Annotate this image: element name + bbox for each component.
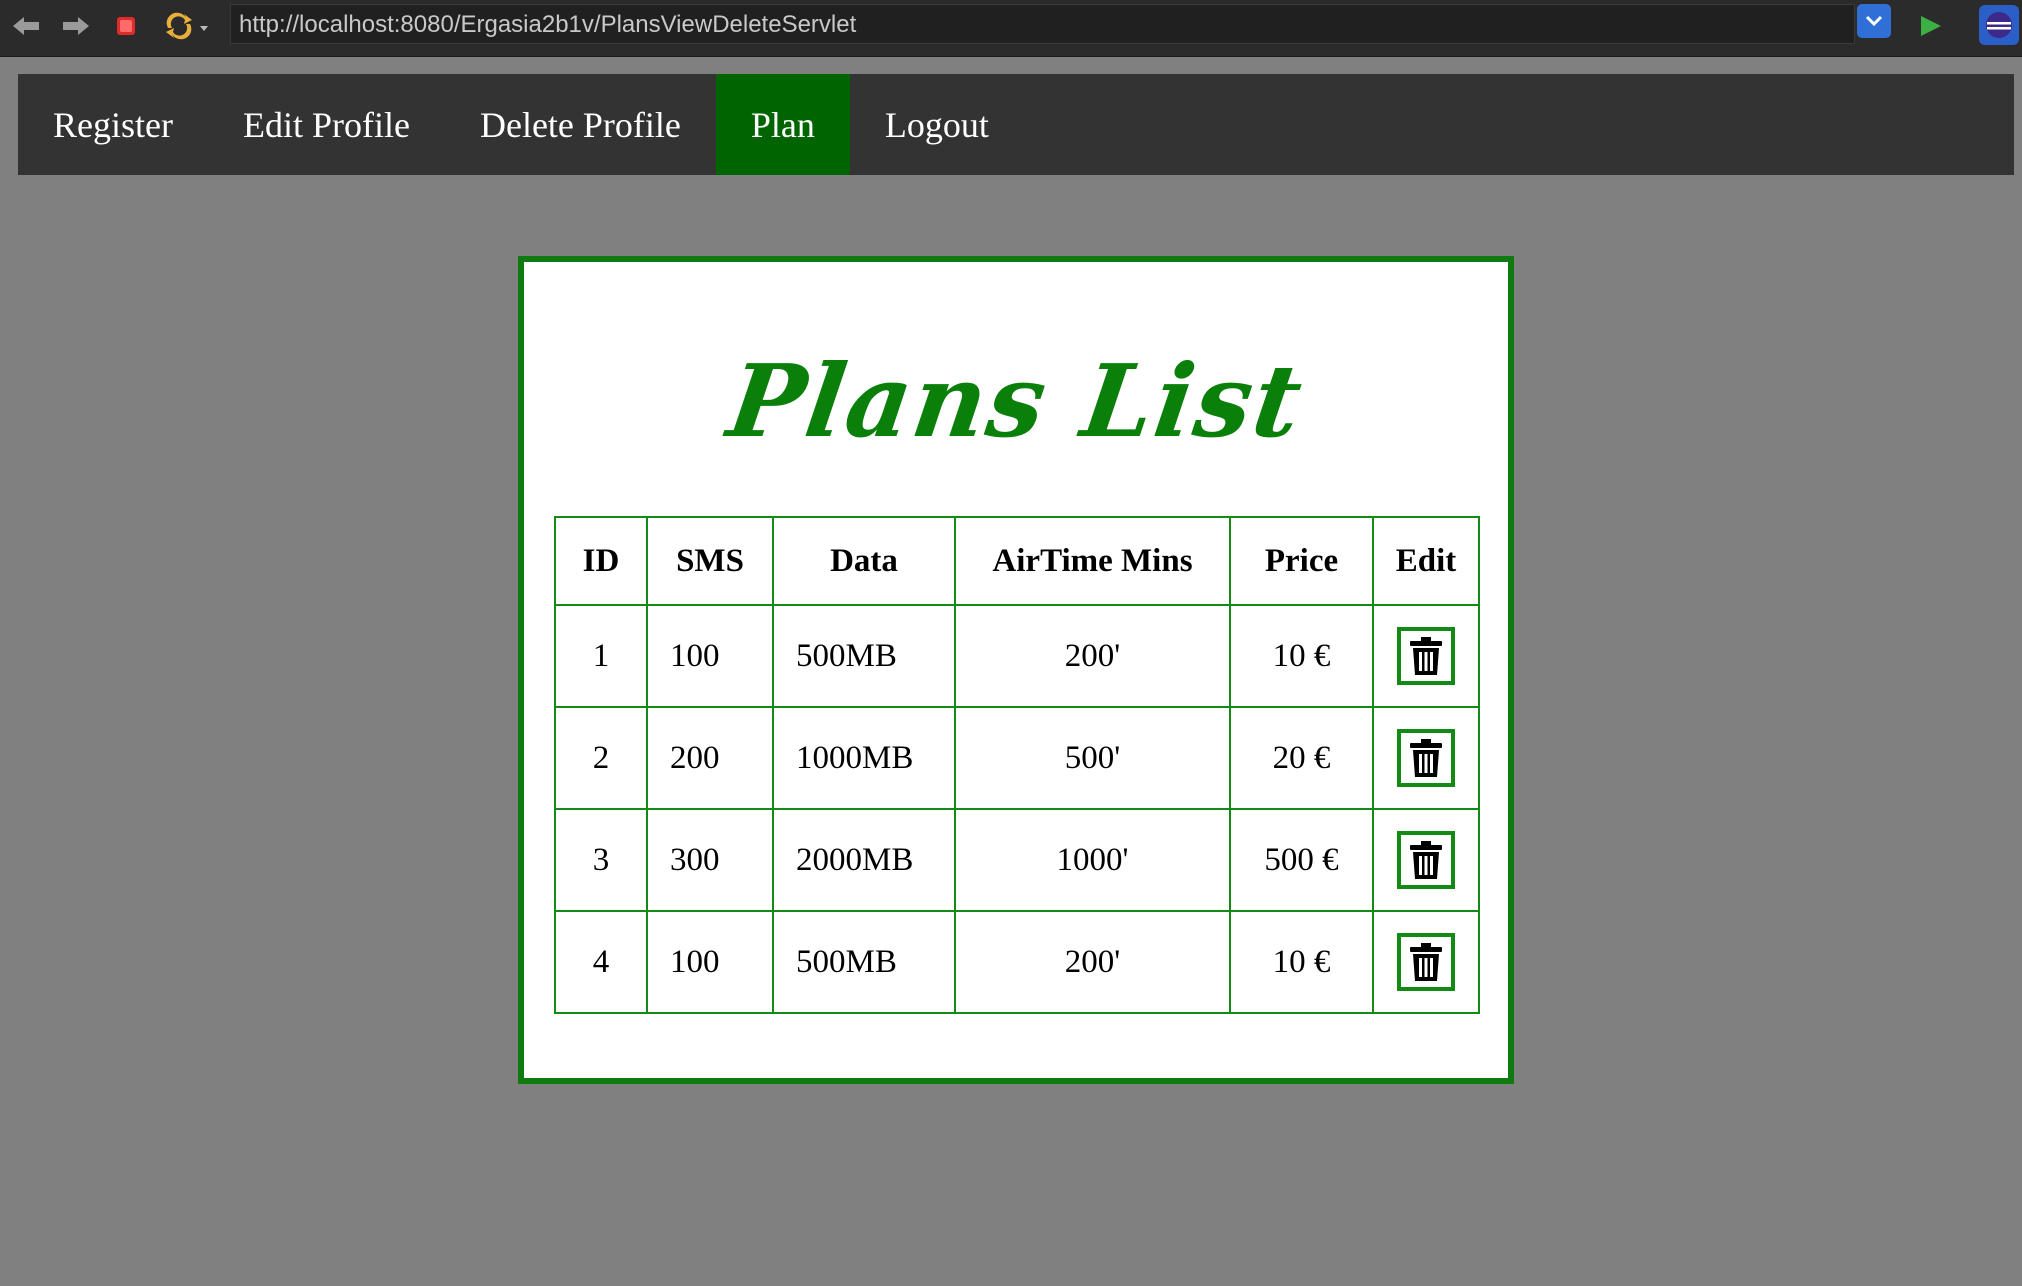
cell-edit xyxy=(1372,706,1480,810)
cell-price: 10 € xyxy=(1229,910,1374,1014)
plans-card: Plans List ID SMS Data AirTime Mins Pric… xyxy=(518,256,1514,1084)
cell-price: 500 € xyxy=(1229,808,1374,912)
cell-data: 1000MB xyxy=(772,706,956,810)
header-id: ID xyxy=(554,516,648,606)
cell-data: 500MB xyxy=(772,910,956,1014)
cell-price: 20 € xyxy=(1229,706,1374,810)
main-navbar: Register Edit Profile Delete Profile Pla… xyxy=(18,74,2014,175)
trash-icon[interactable] xyxy=(1397,933,1455,991)
cell-edit xyxy=(1372,604,1480,708)
nav-plan[interactable]: Plan xyxy=(715,74,850,175)
cell-data: 500MB xyxy=(772,604,956,708)
go-icon[interactable] xyxy=(1912,8,1948,44)
cell-airtime: 200' xyxy=(954,910,1231,1014)
nav-logout[interactable]: Logout xyxy=(850,74,1024,175)
cell-id: 1 xyxy=(554,604,648,708)
page-title: Plans List xyxy=(721,342,1311,460)
nav-register[interactable]: Register xyxy=(18,74,208,175)
nav-delete-profile[interactable]: Delete Profile xyxy=(445,74,716,175)
cell-sms: 300 xyxy=(646,808,774,912)
cell-data: 2000MB xyxy=(772,808,956,912)
refresh-icon[interactable] xyxy=(158,8,216,44)
cell-edit xyxy=(1372,808,1480,912)
cell-price: 10 € xyxy=(1229,604,1374,708)
table-row: 3 300 2000MB 1000' 500 € xyxy=(554,808,1480,912)
eclipse-icon[interactable] xyxy=(1976,2,2022,48)
cell-id: 3 xyxy=(554,808,648,912)
cell-airtime: 1000' xyxy=(954,808,1231,912)
table-header-row: ID SMS Data AirTime Mins Price Edit xyxy=(554,516,1480,606)
cell-airtime: 500' xyxy=(954,706,1231,810)
cell-sms: 100 xyxy=(646,604,774,708)
cell-sms: 100 xyxy=(646,910,774,1014)
header-price: Price xyxy=(1229,516,1374,606)
header-data: Data xyxy=(772,516,956,606)
cell-id: 4 xyxy=(554,910,648,1014)
chevron-down-icon[interactable] xyxy=(1857,4,1891,38)
header-airtime: AirTime Mins xyxy=(954,516,1231,606)
table-row: 4 100 500MB 200' 10 € xyxy=(554,910,1480,1014)
header-edit: Edit xyxy=(1372,516,1480,606)
nav-edit-profile[interactable]: Edit Profile xyxy=(208,74,445,175)
header-sms: SMS xyxy=(646,516,774,606)
table-row: 2 200 1000MB 500' 20 € xyxy=(554,706,1480,810)
forward-icon[interactable] xyxy=(58,8,94,44)
cell-sms: 200 xyxy=(646,706,774,810)
table-row: 1 100 500MB 200' 10 € xyxy=(554,604,1480,708)
back-icon[interactable] xyxy=(8,8,44,44)
stop-icon[interactable] xyxy=(108,8,144,44)
cell-id: 2 xyxy=(554,706,648,810)
browser-toolbar: http://localhost:8080/Ergasia2b1v/PlansV… xyxy=(0,0,2022,57)
cell-airtime: 200' xyxy=(954,604,1231,708)
url-input[interactable]: http://localhost:8080/Ergasia2b1v/PlansV… xyxy=(230,4,1855,44)
trash-icon[interactable] xyxy=(1397,627,1455,685)
plans-table: ID SMS Data AirTime Mins Price Edit 1 10… xyxy=(554,516,1480,1014)
trash-icon[interactable] xyxy=(1397,729,1455,787)
cell-edit xyxy=(1372,910,1480,1014)
trash-icon[interactable] xyxy=(1397,831,1455,889)
